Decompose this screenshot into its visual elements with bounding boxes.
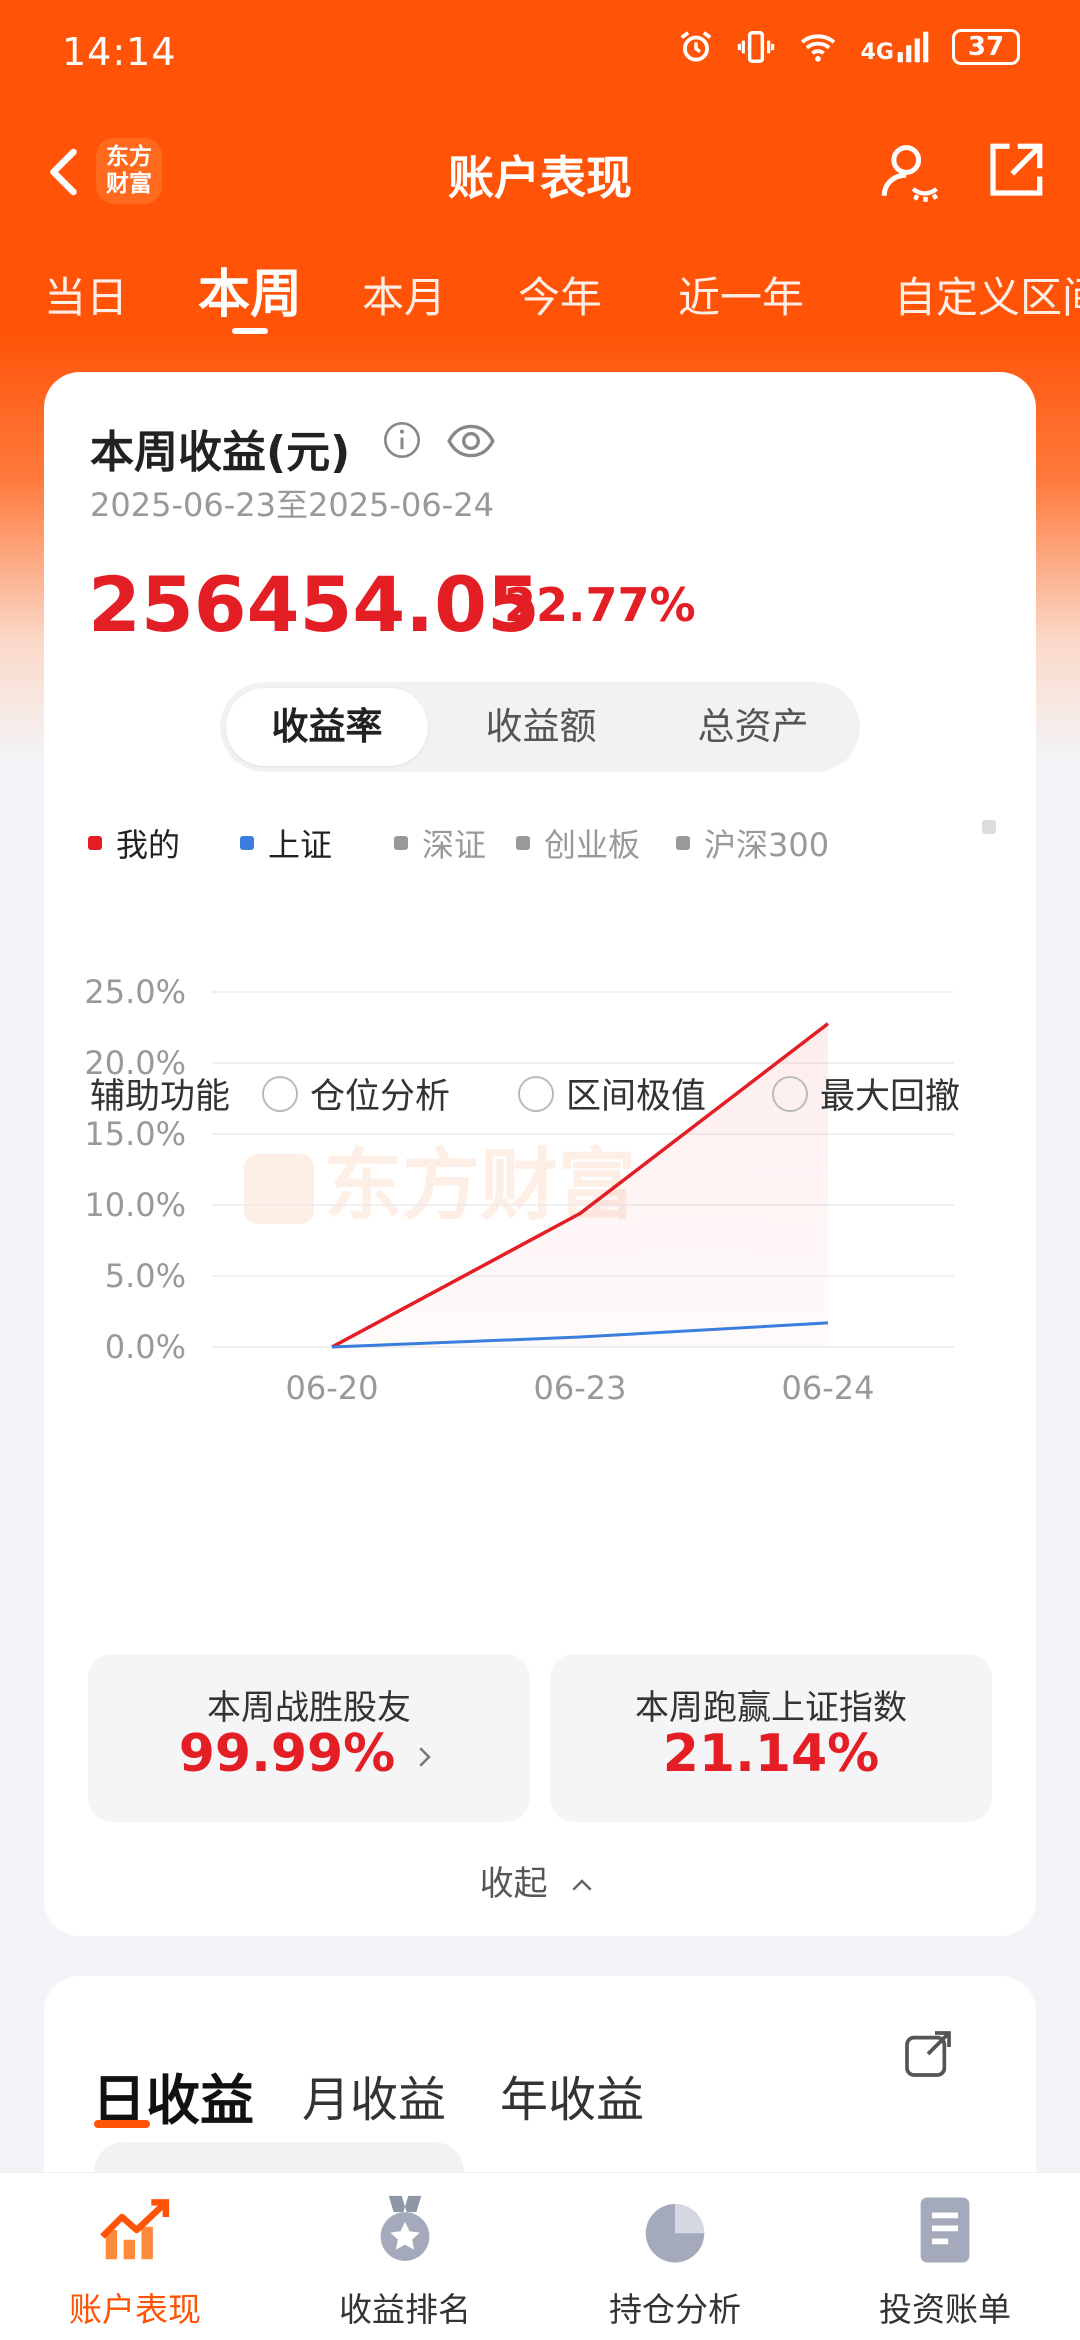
- return-rate-chart: 东方财富0.0%5.0%10.0%15.0%20.0%25.0%06-20 06-…: [84, 973, 954, 1407]
- legend-item-shenzhen[interactable]: 深证: [394, 820, 486, 866]
- legend-label: 我的: [116, 826, 181, 864]
- aux-label: 辅助功能: [90, 1077, 231, 1117]
- aux-functions: 辅助功能 仓位分析 区间极值 最大回撤: [90, 1068, 1010, 1118]
- profit-amount: 256454.05: [88, 560, 540, 649]
- stat-title: 本周跑赢上证指数: [635, 1688, 907, 1728]
- summary-title: 本周收益(元): [90, 427, 351, 478]
- x-tick-label: 06-24: [782, 1369, 875, 1407]
- pie-chart-icon: [645, 2204, 705, 2263]
- chevron-right-icon: [419, 1747, 432, 1767]
- legend-item-more[interactable]: [982, 820, 1010, 834]
- collapse-button[interactable]: 收起: [44, 1856, 1036, 1905]
- share-icon[interactable]: [982, 138, 1048, 204]
- battery-level: 37: [967, 32, 1005, 62]
- status-bar: 14:14 4G 37: [0, 0, 1080, 100]
- battery-icon: 37: [952, 29, 1020, 65]
- chart-legend: 我的 上证 深证 创业板 沪深300: [88, 820, 1028, 870]
- nav-label: 收益排名: [339, 2290, 471, 2329]
- segment-return-amount[interactable]: 收益额: [434, 682, 648, 772]
- legend-swatch: [240, 836, 254, 850]
- tab-last-year[interactable]: 近一年: [678, 264, 804, 325]
- user-privacy-icon[interactable]: [876, 138, 942, 204]
- legend-item-csi300[interactable]: 沪深300: [676, 820, 829, 866]
- status-time: 14:14: [62, 30, 177, 74]
- stat-beat-peers[interactable]: 本周战胜股友 99.99%: [88, 1654, 530, 1822]
- tab-this-week[interactable]: 本周: [198, 252, 302, 327]
- export-icon[interactable]: [900, 2026, 956, 2082]
- tab-today[interactable]: 当日: [44, 264, 128, 325]
- stat-title: 本周战胜股友: [207, 1688, 411, 1728]
- legend-swatch: [394, 836, 408, 850]
- signal-icon: 4G: [861, 30, 930, 64]
- stat-value: 21.14%: [662, 1724, 880, 1784]
- date-range: 2025-06-23至2025-06-24: [90, 486, 494, 524]
- legend-label: 深证: [422, 826, 487, 864]
- nav-bar: 东方财富 账户表现: [0, 120, 1080, 220]
- legend-item-chinext[interactable]: 创业板: [516, 820, 640, 866]
- collapse-label: 收起: [479, 1864, 548, 1904]
- stat-value-row: 99.99%: [88, 1724, 530, 1784]
- y-tick-label: 0.0%: [105, 1328, 186, 1366]
- network-type: 4G: [860, 40, 894, 65]
- radio-icon: [772, 1075, 808, 1112]
- legend-label: 上证: [268, 826, 333, 864]
- bill-icon: [920, 2197, 970, 2263]
- nav-investment-bill[interactable]: 投资账单: [810, 2191, 1080, 2331]
- nav-label: 投资账单: [879, 2290, 1011, 2329]
- legend-swatch: [676, 836, 690, 850]
- tab-custom-range[interactable]: 自定义区间: [894, 264, 1080, 325]
- period-tabs: 当日 本周 本月 今年 近一年 自定义区间: [0, 250, 1080, 340]
- legend-swatch: [88, 836, 102, 850]
- trend-chart-icon: [100, 2199, 170, 2260]
- y-tick-label: 15.0%: [84, 1115, 186, 1153]
- y-tick-label: 25.0%: [84, 973, 186, 1011]
- wifi-icon: [800, 34, 835, 62]
- y-tick-label: 5.0%: [105, 1257, 186, 1295]
- x-tick-label: 06-23: [534, 1369, 627, 1407]
- legend-label: 沪深300: [704, 826, 830, 864]
- nav-income-ranking[interactable]: 收益排名: [270, 2191, 540, 2331]
- medal-icon: [380, 2195, 430, 2261]
- y-tick-label: 10.0%: [84, 1186, 186, 1224]
- legend-swatch: [982, 820, 996, 834]
- tab-indicator: [232, 328, 268, 334]
- tab-this-year[interactable]: 今年: [518, 264, 602, 325]
- alarm-icon: [680, 31, 712, 62]
- nav-account-performance[interactable]: 账户表现: [0, 2191, 270, 2331]
- tab-yearly-income[interactable]: 年收益: [500, 2060, 644, 2130]
- legend-item-shanghai[interactable]: 上证: [240, 820, 332, 866]
- income-tab-indicator: [94, 2120, 150, 2128]
- radio-icon: [518, 1075, 554, 1112]
- aux-max-drawdown[interactable]: 最大回撤: [772, 1068, 960, 1119]
- summary-card: 本周收益(元) 2025-06-23至2025-06-24 256454.05 …: [44, 372, 1036, 1936]
- legend-label: 创业板: [544, 826, 641, 864]
- legend-swatch: [516, 836, 530, 850]
- tab-this-month[interactable]: 本月: [362, 264, 446, 325]
- aux-position-analysis[interactable]: 仓位分析: [262, 1068, 450, 1119]
- stat-value: 99.99%: [178, 1724, 396, 1784]
- info-icon[interactable]: [382, 420, 422, 460]
- eye-icon[interactable]: [446, 416, 496, 466]
- segment-total-assets[interactable]: 总资产: [648, 682, 858, 772]
- segment-return-rate[interactable]: 收益率: [226, 688, 428, 766]
- metric-segment-control: 收益率 收益额 总资产: [220, 682, 860, 772]
- legend-item-mine[interactable]: 我的: [88, 820, 180, 866]
- aux-option-label: 最大回撤: [820, 1077, 961, 1117]
- radio-icon: [262, 1075, 298, 1112]
- bottom-nav: 账户表现 收益排名 持仓分析 投资账单: [0, 2172, 1080, 2340]
- tab-monthly-income[interactable]: 月收益: [302, 2060, 446, 2130]
- nav-label: 持仓分析: [609, 2290, 741, 2329]
- aux-option-label: 仓位分析: [310, 1077, 451, 1117]
- nav-label: 账户表现: [69, 2290, 201, 2329]
- profit-percent: 22.77%: [504, 578, 696, 632]
- vibrate-icon: [737, 31, 774, 63]
- nav-holdings-analysis[interactable]: 持仓分析: [540, 2191, 810, 2331]
- aux-range-extremes[interactable]: 区间极值: [518, 1068, 706, 1119]
- chevron-up-icon: [572, 1878, 593, 1891]
- watermark-logo: [244, 1154, 314, 1224]
- stat-beat-index: 本周跑赢上证指数 21.14%: [550, 1654, 992, 1822]
- x-tick-label: 06-20: [286, 1369, 379, 1407]
- aux-option-label: 区间极值: [566, 1077, 707, 1117]
